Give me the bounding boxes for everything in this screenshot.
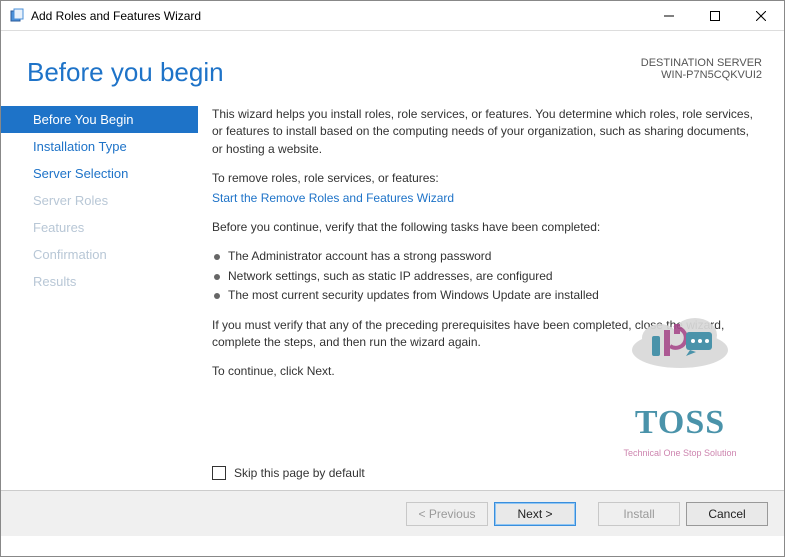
header: Before you begin DESTINATION SERVER WIN-…	[1, 31, 784, 98]
must-verify-text: If you must verify that any of the prece…	[212, 317, 762, 352]
list-item: The Administrator account has a strong p…	[212, 248, 762, 265]
destination-label: DESTINATION SERVER	[641, 57, 762, 69]
bullet-icon	[214, 293, 220, 299]
prerequisite-list: The Administrator account has a strong p…	[212, 248, 762, 304]
step-server-roles: Server Roles	[1, 187, 198, 214]
titlebar: Add Roles and Features Wizard	[1, 1, 784, 31]
page-title: Before you begin	[27, 57, 224, 88]
bullet-text: Network settings, such as static IP addr…	[228, 268, 553, 285]
cancel-button[interactable]: Cancel	[686, 502, 768, 526]
maximize-button[interactable]	[692, 1, 738, 31]
install-button: Install	[598, 502, 680, 526]
destination-value: WIN-P7N5CQKVUI2	[641, 69, 762, 81]
bullet-text: The most current security updates from W…	[228, 287, 599, 304]
watermark-tagline: Technical One Stop Solution	[590, 447, 770, 460]
list-item: Network settings, such as static IP addr…	[212, 268, 762, 285]
close-button[interactable]	[738, 1, 784, 31]
remove-link[interactable]: Start the Remove Roles and Features Wiza…	[212, 190, 762, 207]
previous-button: < Previous	[406, 502, 488, 526]
content-area: This wizard helps you install roles, rol…	[198, 98, 784, 490]
app-icon	[9, 8, 25, 24]
minimize-button[interactable]	[646, 1, 692, 31]
intro-text: This wizard helps you install roles, rol…	[212, 106, 762, 158]
bullet-icon	[214, 274, 220, 280]
list-item: The most current security updates from W…	[212, 287, 762, 304]
step-features: Features	[1, 214, 198, 241]
step-installation-type[interactable]: Installation Type	[1, 133, 198, 160]
bullet-text: The Administrator account has a strong p…	[228, 248, 491, 265]
verify-intro: Before you continue, verify that the fol…	[212, 219, 762, 236]
skip-page-row: Skip this page by default	[212, 465, 365, 482]
skip-checkbox[interactable]	[212, 466, 226, 480]
skip-label: Skip this page by default	[234, 465, 365, 482]
step-server-selection[interactable]: Server Selection	[1, 160, 198, 187]
step-results: Results	[1, 268, 198, 295]
bullet-icon	[214, 254, 220, 260]
wizard-steps: Before You Begin Installation Type Serve…	[1, 98, 198, 490]
window-title: Add Roles and Features Wizard	[31, 9, 201, 23]
step-before-you-begin[interactable]: Before You Begin	[1, 106, 198, 133]
destination-server: DESTINATION SERVER WIN-P7N5CQKVUI2	[641, 57, 762, 81]
step-confirmation: Confirmation	[1, 241, 198, 268]
footer: < Previous Next > Install Cancel	[1, 490, 784, 536]
watermark-brand: TOSS	[590, 398, 770, 447]
next-button[interactable]: Next >	[494, 502, 576, 526]
continue-text: To continue, click Next.	[212, 363, 762, 380]
window-controls	[646, 1, 784, 31]
remove-label: To remove roles, role services, or featu…	[212, 170, 762, 187]
